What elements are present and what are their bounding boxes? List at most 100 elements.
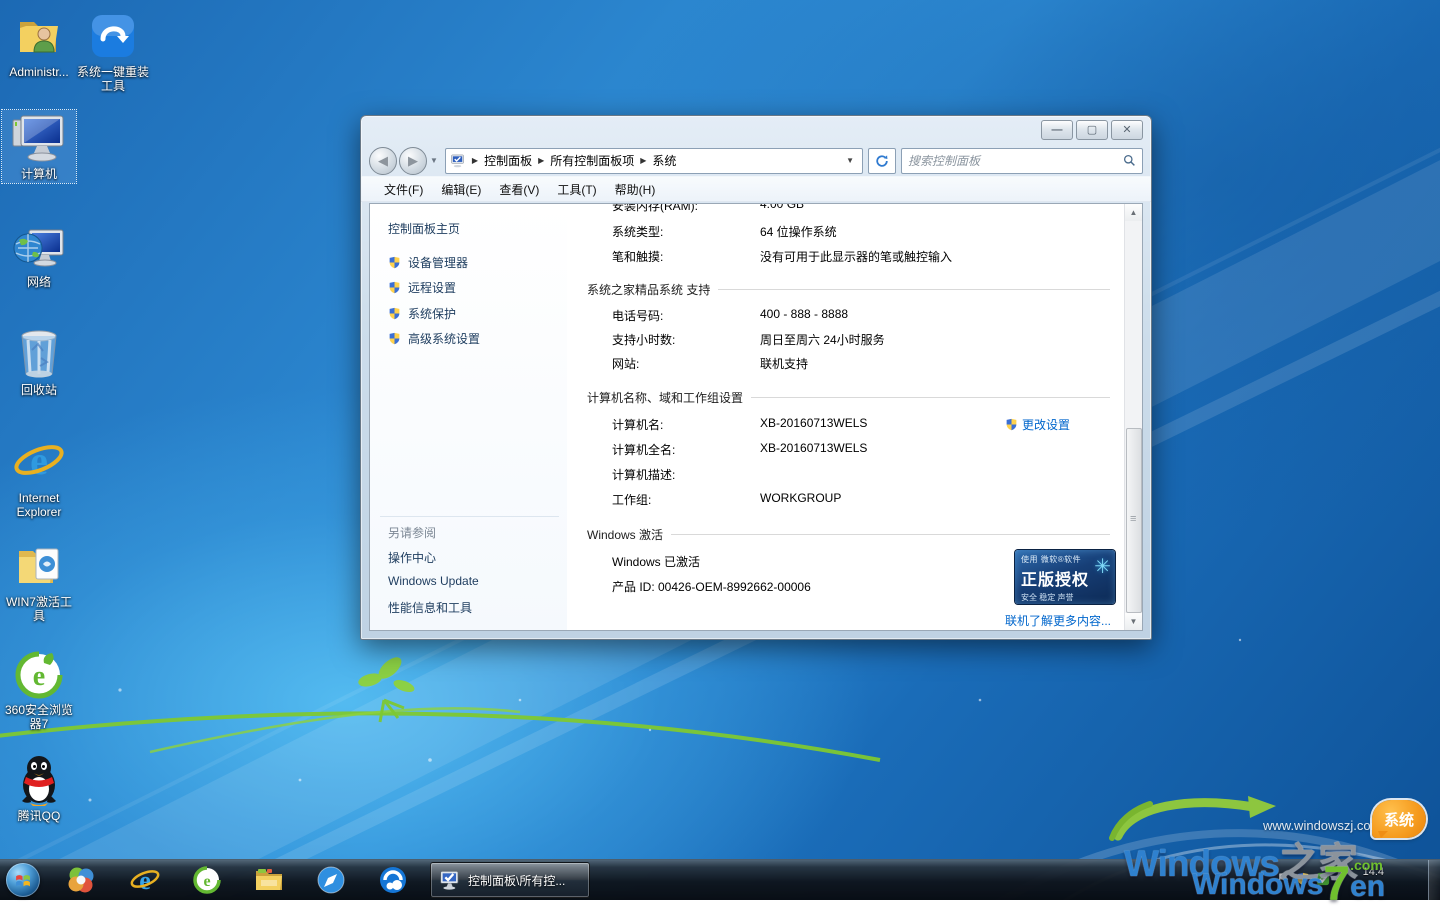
row-label: 支持小时数: [612,331,675,348]
sidebar-item-advanced-system-settings[interactable]: 高级系统设置 [388,330,480,347]
info-row-computer-description: 计算机描述: [567,466,1124,482]
desktop-icon-label: 回收站 [2,383,76,397]
section-computer-name: 计算机名称、域和工作组设置 [587,389,1110,406]
desktop-icon-label: 网络 [2,275,76,289]
address-toolbar: ◀ ▶ ▼ ▶ 控制面板 ▶ 所有控制面板项 ▶ 系统 ▼ [361,145,1151,176]
desktop-icon-administrator[interactable]: Administr... [2,8,76,81]
row-value: 64 位操作系统 [760,223,837,240]
svg-text:e: e [30,438,48,483]
taskbar-icon-internet-explorer[interactable]: e [124,862,166,898]
change-settings-link[interactable]: 更改设置 [1005,416,1070,433]
desktop-icon-network[interactable]: 网络 [2,218,76,291]
taskbar-icon-software-manager[interactable] [60,862,102,898]
taskbar-icon-360-browser[interactable]: e [186,862,228,898]
row-value: 4.00 GB [760,204,804,211]
sidebar-item-label: 设备管理器 [408,254,468,271]
back-button[interactable]: ◀ [369,147,397,175]
sidebar-item-windows-update[interactable]: Windows Update [388,574,479,588]
row-label: 网站: [612,355,639,372]
taskbar-icon-file-explorer[interactable] [248,862,290,898]
show-desktop-button[interactable] [1428,860,1440,900]
taskbar-icon-compass-browser[interactable] [310,862,352,898]
info-row-pen-touch: 笔和触摸: 没有可用于此显示器的笔或触控输入 [567,248,1124,264]
sidebar-item-device-manager[interactable]: 设备管理器 [388,254,468,271]
search-input[interactable]: 搜索控制面板 [901,148,1143,174]
learn-more-online-link[interactable]: 联机了解更多内容... [1005,612,1111,629]
info-row-computer-name: 计算机名: XB-20160713WELS 更改设置 [567,416,1124,432]
desktop-icon-label: 360安全浏览器7 [2,703,76,731]
desktop-icon-label: WIN7激活工具 [2,595,76,623]
start-button[interactable] [6,863,40,897]
forward-button[interactable]: ▶ [399,147,427,175]
breadcrumb-arrow-icon: ▶ [472,156,478,165]
breadcrumb-arrow-icon: ▶ [538,156,544,165]
desktop-icon-label: Internet Explorer [2,491,76,519]
desktop-icon-label: Administr... [2,65,76,79]
menu-help[interactable]: 帮助(H) [606,178,665,201]
scroll-up-button[interactable]: ▲ [1125,204,1142,221]
row-label: Windows 已激活 [612,553,700,570]
menu-edit[interactable]: 编辑(E) [432,178,490,201]
uac-shield-tray-icon[interactable] [1296,872,1310,886]
menu-tools[interactable]: 工具(T) [548,178,605,201]
maximize-button[interactable]: ▢ [1076,120,1108,140]
desktop-icon-system-reinstall-tool[interactable]: 系统一键重装工具 [76,8,150,95]
refresh-button[interactable] [868,148,896,174]
menu-file[interactable]: 文件(F) [375,178,432,201]
info-row-support-hours: 支持小时数: 周日至周六 24小时服务 [567,331,1124,347]
scrollbar-thumb[interactable] [1126,428,1142,613]
recycle-bin-icon [2,328,76,380]
section-title: 系统之家精品系统 支持 [587,281,710,298]
folder-with-document-icon [2,540,76,592]
sidebar-item-control-panel-home[interactable]: 控制面板主页 [388,220,460,237]
breadcrumb-arrow-icon: ▶ [640,156,646,165]
desktop-icon-tencent-qq[interactable]: 腾讯QQ [2,752,76,825]
row-value: XB-20160713WELS [760,441,867,455]
sidebar-item-remote-settings[interactable]: 远程设置 [388,279,456,296]
desktop-icon-recycle-bin[interactable]: 回收站 [2,326,76,399]
action-center-flag-icon[interactable] [1276,872,1290,886]
sidebar-item-system-protection[interactable]: 系统保护 [388,305,456,322]
active-window-label: 控制面板\所有控... [468,872,565,889]
info-row-website: 网站: 联机支持 [567,355,1124,371]
tray-clock[interactable]: 14:4 [1363,866,1384,878]
scroll-down-button[interactable]: ▼ [1125,613,1142,630]
sidebar-item-label: 系统保护 [408,305,456,322]
taskbar: e e [0,859,1440,900]
recent-pages-dropdown-icon[interactable]: ▼ [430,156,438,165]
sidebar-item-performance-tools[interactable]: 性能信息和工具 [388,599,472,616]
taskbar-active-window-control-panel[interactable]: 控制面板\所有控... [430,862,590,898]
minimize-button[interactable]: — [1041,120,1073,140]
desktop-icon-label: 腾讯QQ [2,809,76,823]
row-label: 计算机描述: [612,466,675,483]
system-page-icon [450,154,466,168]
system-window-icon [439,870,461,890]
desktop-icon-win7-activation-tool[interactable]: WIN7激活工具 [2,538,76,625]
row-value: 400 - 888 - 8888 [760,307,848,321]
menu-view[interactable]: 查看(V) [490,178,548,201]
antivirus-check-tray-icon[interactable] [1316,872,1330,886]
breadcrumb-system[interactable]: 系统 [652,152,676,169]
close-button[interactable]: ✕ [1111,120,1143,140]
desktop-icon-internet-explorer[interactable]: e Internet Explorer [2,434,76,521]
windows-flag-icon [14,871,32,889]
breadcrumb-all-items[interactable]: 所有控制面板项 [550,152,634,169]
breadcrumb-control-panel[interactable]: 控制面板 [484,152,532,169]
address-dropdown-icon[interactable]: ▼ [842,156,858,165]
vertical-scrollbar[interactable]: ▲ ▼ [1124,204,1142,630]
row-value: 周日至周六 24小时服务 [760,331,885,348]
system-control-panel-window: — ▢ ✕ ◀ ▶ ▼ ▶ 控制面板 ▶ 所有控制面板项 ▶ 系统 ▼ [360,115,1152,640]
desktop-icon-computer[interactable]: 计算机 [2,110,76,183]
online-support-link[interactable]: 联机支持 [760,355,808,372]
search-icon[interactable] [1123,154,1136,167]
sidebar-item-label: 高级系统设置 [408,330,480,347]
refresh-icon [875,154,889,168]
system-tray[interactable] [1276,872,1330,886]
desktop-icon-label: 计算机 [2,167,76,181]
sidebar-item-action-center[interactable]: 操作中心 [388,549,436,566]
window-titlebar[interactable]: — ▢ ✕ [361,116,1151,145]
uac-shield-icon [388,256,401,269]
address-bar[interactable]: ▶ 控制面板 ▶ 所有控制面板项 ▶ 系统 ▼ [445,148,863,174]
taskbar-icon-qq-browser[interactable] [372,862,414,898]
desktop-icon-360-browser[interactable]: e 360安全浏览器7 [2,646,76,733]
